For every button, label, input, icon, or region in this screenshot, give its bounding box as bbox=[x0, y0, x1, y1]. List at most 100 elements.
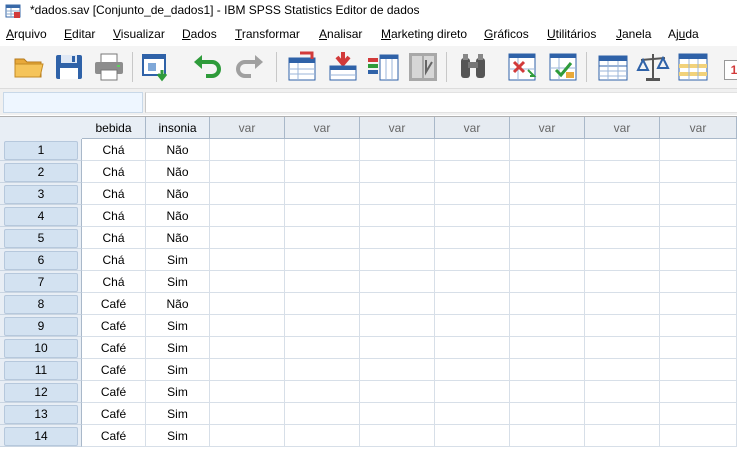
empty-cell[interactable] bbox=[435, 139, 510, 161]
column-header-empty-var[interactable]: var bbox=[585, 117, 660, 139]
data-cell-insonia[interactable]: Não bbox=[146, 139, 210, 161]
menu-dados[interactable]: Dados bbox=[182, 27, 217, 41]
row-header[interactable]: 5 bbox=[0, 227, 82, 249]
empty-cell[interactable] bbox=[660, 293, 737, 315]
row-header[interactable]: 7 bbox=[0, 271, 82, 293]
menu-janela[interactable]: Janela bbox=[616, 27, 651, 41]
data-cell-insonia[interactable]: Sim bbox=[146, 425, 210, 447]
empty-cell[interactable] bbox=[660, 227, 737, 249]
data-cell-insonia[interactable]: Não bbox=[146, 205, 210, 227]
column-header-empty-var[interactable]: var bbox=[510, 117, 585, 139]
empty-cell[interactable] bbox=[585, 293, 660, 315]
empty-cell[interactable] bbox=[585, 425, 660, 447]
empty-cell[interactable] bbox=[660, 161, 737, 183]
cell-reference-field[interactable] bbox=[3, 92, 143, 113]
menu-gr-ficos[interactable]: Gráficos bbox=[484, 27, 529, 41]
data-cell-insonia[interactable]: Sim bbox=[146, 249, 210, 271]
empty-cell[interactable] bbox=[585, 139, 660, 161]
empty-cell[interactable] bbox=[435, 425, 510, 447]
empty-cell[interactable] bbox=[285, 161, 360, 183]
redo-icon[interactable] bbox=[233, 50, 267, 84]
row-header[interactable]: 2 bbox=[0, 161, 82, 183]
empty-cell[interactable] bbox=[360, 183, 435, 205]
insert-cases-icon[interactable] bbox=[506, 50, 540, 84]
empty-cell[interactable] bbox=[285, 183, 360, 205]
menu-utilit-rios[interactable]: Utilitários bbox=[547, 27, 596, 41]
empty-cell[interactable] bbox=[360, 227, 435, 249]
empty-cell[interactable] bbox=[210, 227, 285, 249]
empty-cell[interactable] bbox=[435, 271, 510, 293]
empty-cell[interactable] bbox=[435, 359, 510, 381]
empty-cell[interactable] bbox=[660, 403, 737, 425]
menu-arquivo[interactable]: Arquivo bbox=[6, 27, 47, 41]
data-cell-bebida[interactable]: Café bbox=[82, 293, 146, 315]
empty-cell[interactable] bbox=[210, 315, 285, 337]
select-cases-icon[interactable] bbox=[676, 50, 710, 84]
row-header[interactable]: 13 bbox=[0, 403, 82, 425]
open-folder-icon[interactable] bbox=[12, 50, 46, 84]
empty-cell[interactable] bbox=[585, 337, 660, 359]
column-header-insonia[interactable]: insonia bbox=[146, 117, 210, 139]
row-header[interactable]: 4 bbox=[0, 205, 82, 227]
empty-cell[interactable] bbox=[660, 183, 737, 205]
empty-cell[interactable] bbox=[435, 161, 510, 183]
empty-cell[interactable] bbox=[285, 139, 360, 161]
empty-cell[interactable] bbox=[510, 227, 585, 249]
data-cell-insonia[interactable]: Sim bbox=[146, 403, 210, 425]
cell-value-field[interactable] bbox=[145, 92, 737, 113]
empty-cell[interactable] bbox=[210, 359, 285, 381]
empty-cell[interactable] bbox=[660, 359, 737, 381]
empty-cell[interactable] bbox=[510, 161, 585, 183]
empty-cell[interactable] bbox=[285, 403, 360, 425]
empty-cell[interactable] bbox=[510, 337, 585, 359]
data-cell-bebida[interactable]: Café bbox=[82, 315, 146, 337]
empty-cell[interactable] bbox=[585, 381, 660, 403]
data-cell-insonia[interactable]: Sim bbox=[146, 315, 210, 337]
find-icon[interactable] bbox=[456, 50, 490, 84]
empty-cell[interactable] bbox=[510, 271, 585, 293]
empty-cell[interactable] bbox=[510, 205, 585, 227]
data-cell-bebida[interactable]: Chá bbox=[82, 227, 146, 249]
empty-cell[interactable] bbox=[285, 315, 360, 337]
empty-cell[interactable] bbox=[585, 271, 660, 293]
run-descriptives-icon[interactable] bbox=[406, 50, 440, 84]
data-cell-insonia[interactable]: Não bbox=[146, 183, 210, 205]
data-cell-bebida[interactable]: Chá bbox=[82, 249, 146, 271]
data-cell-insonia[interactable]: Sim bbox=[146, 337, 210, 359]
insert-variable-icon[interactable] bbox=[546, 50, 580, 84]
empty-cell[interactable] bbox=[660, 315, 737, 337]
empty-cell[interactable] bbox=[360, 205, 435, 227]
empty-cell[interactable] bbox=[360, 249, 435, 271]
empty-cell[interactable] bbox=[435, 227, 510, 249]
empty-cell[interactable] bbox=[285, 293, 360, 315]
empty-cell[interactable] bbox=[285, 381, 360, 403]
data-cell-insonia[interactable]: Não bbox=[146, 293, 210, 315]
empty-cell[interactable] bbox=[510, 293, 585, 315]
empty-cell[interactable] bbox=[210, 403, 285, 425]
row-header[interactable]: 3 bbox=[0, 183, 82, 205]
empty-cell[interactable] bbox=[210, 249, 285, 271]
empty-cell[interactable] bbox=[435, 403, 510, 425]
empty-cell[interactable] bbox=[510, 315, 585, 337]
empty-cell[interactable] bbox=[435, 381, 510, 403]
row-header[interactable]: 11 bbox=[0, 359, 82, 381]
empty-cell[interactable] bbox=[285, 271, 360, 293]
spss-app-icon[interactable] bbox=[5, 3, 21, 19]
data-cell-bebida[interactable]: Café bbox=[82, 403, 146, 425]
go-to-variable-icon[interactable] bbox=[326, 50, 360, 84]
row-header[interactable]: 8 bbox=[0, 293, 82, 315]
empty-cell[interactable] bbox=[510, 425, 585, 447]
data-cell-bebida[interactable]: Chá bbox=[82, 139, 146, 161]
empty-cell[interactable] bbox=[360, 359, 435, 381]
grid-corner[interactable] bbox=[0, 117, 83, 140]
empty-cell[interactable] bbox=[210, 337, 285, 359]
empty-cell[interactable] bbox=[585, 403, 660, 425]
empty-cell[interactable] bbox=[360, 425, 435, 447]
empty-cell[interactable] bbox=[435, 293, 510, 315]
empty-cell[interactable] bbox=[510, 249, 585, 271]
column-header-empty-var[interactable]: var bbox=[660, 117, 737, 139]
empty-cell[interactable] bbox=[510, 139, 585, 161]
empty-cell[interactable] bbox=[510, 403, 585, 425]
data-cell-bebida[interactable]: Chá bbox=[82, 183, 146, 205]
menu-marketing-direto[interactable]: Marketing direto bbox=[381, 27, 467, 41]
